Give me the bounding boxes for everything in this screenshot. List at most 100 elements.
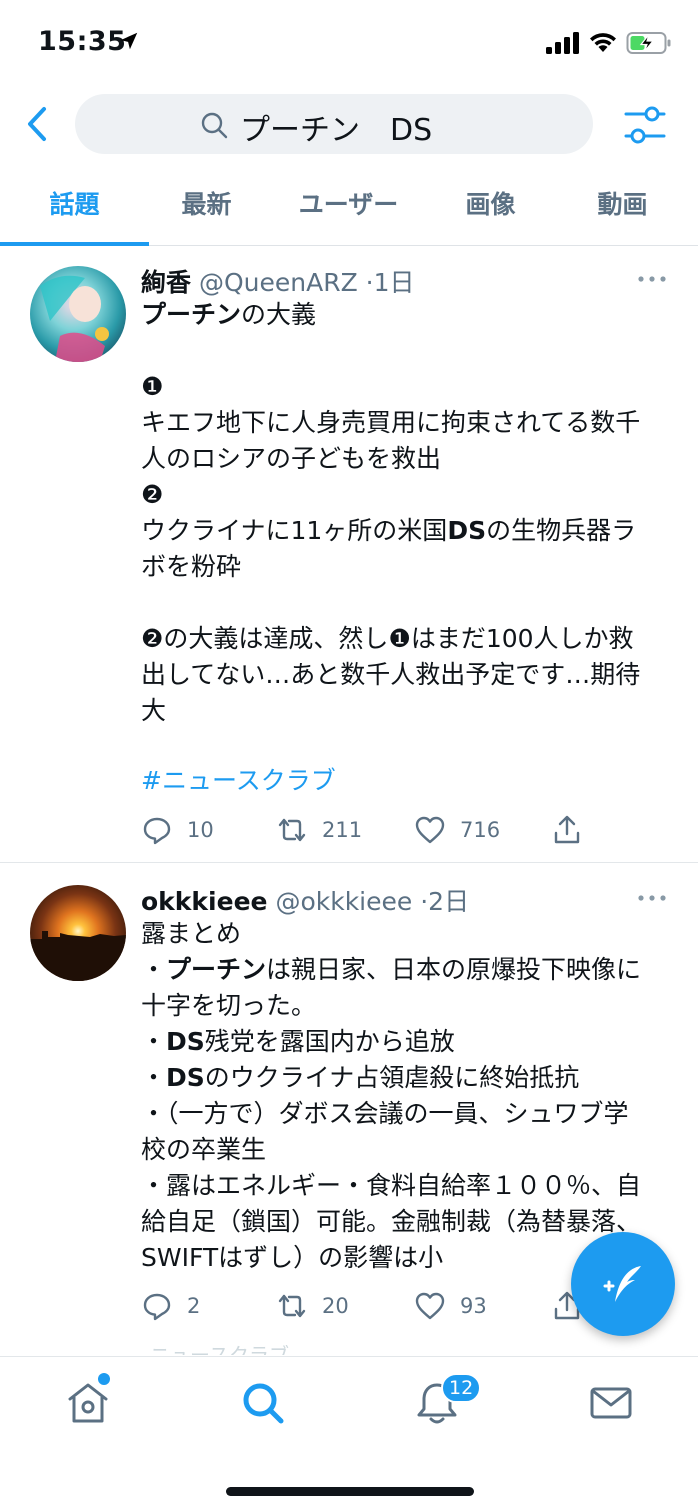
reply-icon — [143, 1293, 171, 1321]
compose-feather-icon — [603, 1266, 641, 1302]
text-segment: のウクライナ占領虐殺に終始抵抗 — [204, 1063, 580, 1092]
heart-icon — [415, 1292, 445, 1320]
text-segment: ・ — [141, 1063, 167, 1092]
retweet-count: 20 — [322, 1294, 349, 1318]
tweet-time: ·1日 — [365, 268, 415, 297]
tweet-text-line: ・DSのウクライナ占領虐殺に終始抵抗 — [141, 1060, 681, 1096]
search-header: プーチン DS — [0, 88, 698, 164]
more-options-icon[interactable] — [636, 892, 668, 904]
reply-button[interactable]: 10 — [141, 810, 214, 850]
text-segment: は親日家、日本の原爆投下映像に — [266, 955, 642, 984]
hashtag-link[interactable]: #ニュースクラブ — [141, 763, 681, 799]
retweet-button[interactable]: 211 — [276, 810, 362, 850]
retweet-count: 211 — [322, 818, 363, 842]
search-query: プーチン DS — [240, 113, 433, 148]
home-new-indicator — [98, 1373, 110, 1385]
search-tabs: 話題 最新 ユーザー 画像 動画 — [0, 168, 698, 246]
tweet-text-line: ・（一方で）ダボス会議の一員、シュワブ学 — [141, 1099, 629, 1128]
author-handle: @okkkieee — [275, 887, 413, 916]
search-filter-icon[interactable] — [622, 102, 668, 148]
status-bar: 15:35 — [0, 0, 698, 88]
avatar[interactable] — [30, 885, 126, 981]
status-time: 15:35 — [38, 26, 127, 57]
tweet-text-line — [141, 333, 681, 369]
tweet-text-line — [141, 585, 681, 621]
author-name[interactable]: 絢香 — [141, 268, 191, 297]
reply-button[interactable]: 2 — [141, 1286, 200, 1326]
tweet-header: okkkieee @okkkieee ·2日 — [141, 882, 469, 918]
highlighted-keyword: DS — [166, 1063, 205, 1092]
messages-envelope-icon[interactable] — [587, 1379, 635, 1427]
reply-icon — [143, 817, 171, 845]
search-icon[interactable] — [239, 1379, 287, 1427]
tweet-text-line: プーチンの大義 — [141, 297, 681, 333]
tab-users[interactable]: ユーザー — [279, 168, 418, 246]
tweet-text-line: 出してない…あと数千人救出予定です…期待 — [141, 660, 641, 689]
share-button[interactable] — [551, 810, 583, 850]
cellular-signal-icon — [546, 32, 579, 54]
tweet-text-line: ・露はエネルギー・食料自給率１００％、自 — [141, 1171, 642, 1200]
tweet-text-line: ❶ — [141, 372, 164, 401]
reply-count: 10 — [187, 818, 214, 842]
tweet-text-line: 校の卒業生 — [141, 1135, 267, 1164]
tab-videos[interactable]: 動画 — [553, 168, 692, 246]
battery-charging-icon — [626, 32, 671, 54]
search-input[interactable]: プーチン DS — [75, 94, 593, 154]
tweet-text-line: ❷ — [141, 480, 164, 509]
tab-latest[interactable]: 最新 — [137, 168, 276, 246]
active-tab-indicator — [0, 242, 149, 246]
retweet-icon — [278, 818, 306, 842]
text-segment: ウクライナに11ヶ所の米国 — [141, 516, 448, 545]
tweet-time: ·2日 — [420, 887, 470, 916]
retweet-button[interactable]: 20 — [276, 1286, 349, 1326]
tweet-text-line: 給自足（鎖国）可能。金融制裁（為替暴落、 — [141, 1207, 642, 1236]
tweet-text-line: ❷の大義は達成、然し❶はまだ100人しか救 — [141, 624, 634, 653]
tweet-text-line — [141, 729, 681, 765]
tweet-text-line: ウクライナに11ヶ所の米国DSの生物兵器ラ — [141, 513, 681, 549]
text-segment: ・ — [141, 1027, 167, 1056]
back-arrow-icon[interactable] — [20, 104, 54, 144]
compose-tweet-button[interactable] — [571, 1232, 675, 1336]
tweet[interactable]: 絢香 @QueenARZ ·1日 プーチンの大義 ❶ キエフ地下に人身売買用に拘束さ… — [0, 247, 698, 863]
home-icon[interactable] — [64, 1379, 112, 1427]
share-icon — [554, 815, 580, 844]
highlighted-keyword: プーチン — [166, 955, 267, 984]
text-segment: の生物兵器ラ — [486, 516, 637, 545]
tweet-text: 露まとめ ・プーチンは親日家、日本の原爆投下映像に 十字を切った。 ・DS残党を露国内… — [141, 916, 681, 1276]
tweet-text-line: 露まとめ — [141, 919, 242, 948]
tweet-text-line: 人のロシアの子どもを救出 — [141, 444, 442, 473]
text-segment: ・ — [141, 955, 167, 984]
like-button[interactable]: 93 — [414, 1286, 487, 1326]
avatar[interactable] — [30, 266, 126, 362]
search-icon — [201, 112, 228, 139]
notifications-badge: 12 — [441, 1373, 482, 1403]
reply-count: 2 — [187, 1294, 201, 1318]
like-count: 716 — [460, 818, 501, 842]
tweet-text-line: ボを粉砕 — [141, 552, 242, 581]
wifi-icon — [590, 33, 616, 52]
tab-images[interactable]: 画像 — [421, 168, 560, 246]
like-button[interactable]: 716 — [414, 810, 500, 850]
author-name[interactable]: okkkieee — [141, 887, 268, 916]
highlighted-keyword: DS — [166, 1027, 205, 1056]
heart-icon — [415, 816, 445, 844]
author-handle: @QueenARZ — [198, 268, 358, 297]
tweet-text-line: ・プーチンは親日家、日本の原爆投下映像に — [141, 952, 681, 988]
tweet-text-line: ・DS残党を露国内から追放 — [141, 1024, 681, 1060]
location-arrow-icon — [120, 32, 138, 50]
tweet-actions: 10 211 716 — [0, 810, 698, 850]
tweet-text-line: 十字を切った。 — [141, 991, 317, 1020]
tweet-header: 絢香 @QueenARZ ·1日 — [141, 263, 415, 299]
tab-trending[interactable]: 話題 — [5, 168, 144, 246]
more-options-icon[interactable] — [636, 273, 668, 285]
text-segment: の大義 — [241, 300, 317, 329]
home-indicator — [226, 1487, 474, 1496]
tweet-text: プーチンの大義 ❶ キエフ地下に人身売買用に拘束されてる数千 人のロシアの子どもを救出… — [141, 297, 681, 765]
tweet-text-line: キエフ地下に人身売買用に拘束されてる数千 — [141, 408, 641, 437]
retweet-icon — [278, 1294, 306, 1318]
tweet-text-line: 大 — [141, 696, 167, 725]
like-count: 93 — [460, 1294, 487, 1318]
highlighted-keyword: DS — [447, 516, 487, 545]
highlighted-keyword: プーチン — [141, 300, 242, 329]
scrolled-peek-text: ニュースクラブ — [150, 1345, 380, 1355]
